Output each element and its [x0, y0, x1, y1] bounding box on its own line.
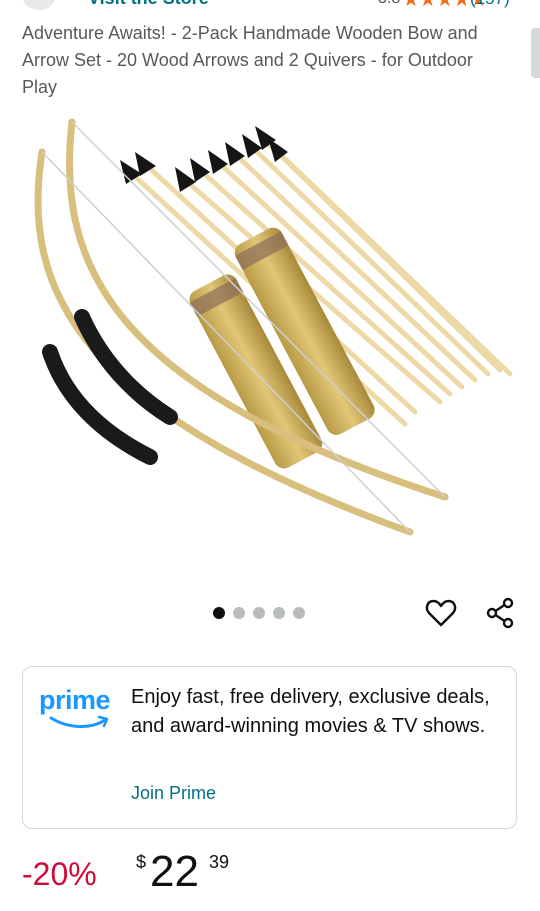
price-whole: 22 [150, 847, 199, 896]
review-count-link[interactable]: (157) [470, 0, 510, 9]
join-prime-link[interactable]: Join Prime [131, 783, 216, 804]
prime-message: Enjoy fast, free delivery, exclusive dea… [131, 686, 490, 737]
top-header-fragment: Visit the Store 3.8 ★★★★★ (157) [0, 0, 540, 14]
visit-store-link[interactable]: Visit the Store [88, 0, 209, 9]
image-carousel-indicator[interactable] [213, 605, 305, 621]
carousel-dot-1[interactable] [213, 607, 225, 619]
price-block: -20% $ 22 39 [22, 846, 322, 906]
prime-logo: prime [39, 685, 123, 729]
carousel-dot-3[interactable] [253, 607, 265, 619]
prime-smile-icon [49, 715, 109, 728]
prime-wordmark: prime [39, 685, 111, 715]
carousel-dot-5[interactable] [293, 607, 305, 619]
rating-value: 3.8 [378, 0, 400, 8]
favorite-button[interactable] [424, 596, 458, 630]
product-image[interactable] [20, 112, 520, 562]
bow-and-arrow-photo [34, 118, 513, 536]
share-button[interactable] [484, 596, 518, 630]
store-avatar[interactable] [22, 0, 56, 10]
discount-percent: -20% [22, 856, 97, 892]
carousel-dot-2[interactable] [233, 607, 245, 619]
share-icon [486, 597, 514, 629]
price-currency: $ [136, 852, 147, 872]
price-fraction: 39 [209, 852, 230, 872]
carousel-dot-4[interactable] [273, 607, 285, 619]
product-title: Adventure Awaits! - 2-Pack Handmade Wood… [22, 23, 478, 97]
prime-promo-card: prime Enjoy fast, free delivery, exclusi… [22, 666, 517, 829]
heart-icon [425, 599, 457, 627]
scroll-edge-indicator [531, 28, 540, 78]
